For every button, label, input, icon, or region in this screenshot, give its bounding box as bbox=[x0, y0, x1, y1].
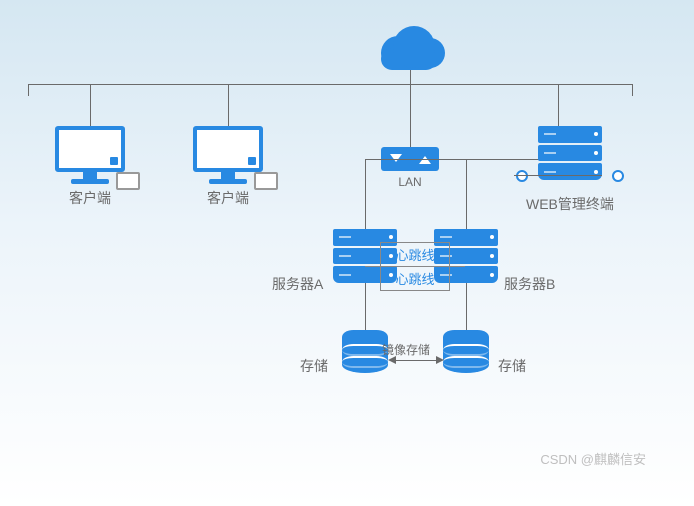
database-icon bbox=[443, 330, 489, 376]
client-1: 客户端 bbox=[54, 126, 126, 208]
drop-client2 bbox=[228, 84, 229, 126]
web-terminal-label: WEB管理终端 bbox=[526, 194, 614, 214]
web-terminal: WEB管理终端 bbox=[526, 126, 614, 214]
line-serverB-storage bbox=[466, 283, 467, 330]
topology-diagram: 客户端 客户端 LAN WEB管理终端 服务器A bbox=[0, 0, 694, 506]
client-1-label: 客户端 bbox=[69, 188, 111, 208]
mirror-arrow-line bbox=[395, 360, 437, 361]
drop-web bbox=[558, 84, 559, 126]
drop-serverB bbox=[466, 159, 467, 229]
heartbeat-divider bbox=[365, 266, 465, 267]
watermark-text: CSDN @麒麟信安 bbox=[540, 449, 646, 468]
storage-b-label: 存储 bbox=[498, 356, 526, 376]
storage-b bbox=[443, 330, 489, 376]
line-serverA-storage bbox=[365, 283, 366, 330]
monitor-icon bbox=[192, 126, 264, 184]
client-2-label: 客户端 bbox=[207, 188, 249, 208]
network-dot-icon bbox=[516, 170, 528, 182]
network-dot-icon bbox=[612, 170, 624, 182]
web-dot-line bbox=[514, 175, 602, 176]
bus-end-left bbox=[28, 84, 29, 96]
server-b-label: 服务器B bbox=[504, 274, 555, 294]
pc-tower-icon bbox=[116, 172, 140, 190]
heartbeat-link: 心跳线 心跳线 bbox=[380, 242, 450, 291]
mirror-arrow-right bbox=[436, 356, 444, 364]
drop-client1 bbox=[90, 84, 91, 126]
pc-tower-icon bbox=[254, 172, 278, 190]
bus-line-top bbox=[28, 84, 632, 85]
mirror-arrow-left bbox=[388, 356, 396, 364]
bus-end-right bbox=[632, 84, 633, 96]
cloud-icon bbox=[375, 24, 445, 70]
storage-a-label: 存储 bbox=[300, 356, 328, 376]
monitor-icon bbox=[54, 126, 126, 184]
heartbeat-label-1: 心跳线 bbox=[395, 245, 434, 264]
server-a-label: 服务器A bbox=[272, 274, 323, 294]
lan-label: LAN bbox=[398, 175, 421, 189]
client-2: 客户端 bbox=[192, 126, 264, 208]
drop-lan bbox=[410, 84, 411, 147]
server-rack-icon bbox=[538, 126, 602, 180]
lan-switch: LAN bbox=[381, 147, 439, 189]
drop-serverA bbox=[365, 159, 366, 229]
heartbeat-label-2: 心跳线 bbox=[395, 269, 434, 288]
